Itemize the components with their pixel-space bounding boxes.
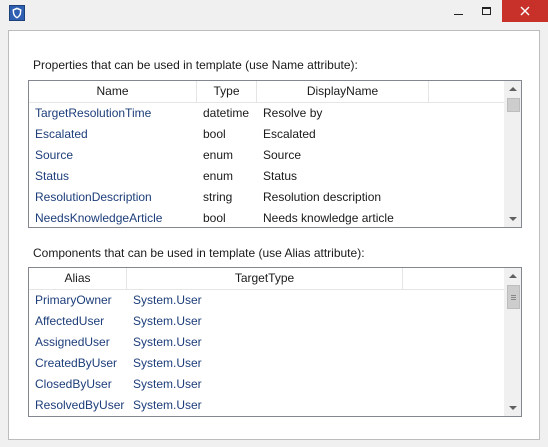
list-item[interactable]: PrimaryOwner System.User (29, 290, 403, 311)
property-name: Escalated (35, 127, 88, 141)
components-scrollbar[interactable] (504, 268, 521, 416)
component-alias: CreatedByUser (35, 356, 118, 370)
list-item[interactable]: Escalated bool Escalated (29, 124, 429, 145)
property-name: Status (35, 169, 70, 183)
minimize-icon (453, 13, 463, 15)
components-label: Components that can be used in template … (33, 246, 365, 260)
column-header-type[interactable]: Type (197, 81, 257, 102)
column-header-displayname[interactable]: DisplayName (257, 81, 429, 102)
maximize-icon (481, 7, 491, 15)
scroll-thumb[interactable] (507, 285, 520, 309)
list-item[interactable]: Status enum Status (29, 166, 429, 187)
component-targettype: System.User (133, 398, 202, 412)
property-displayname: Needs knowledge article (263, 211, 394, 225)
property-displayname: Escalated (263, 127, 316, 141)
component-targettype: System.User (133, 293, 202, 307)
scroll-up-arrow-icon[interactable] (509, 274, 517, 278)
property-displayname: Resolution description (263, 190, 382, 204)
title-bar (0, 0, 548, 26)
properties-label: Properties that can be used in template … (33, 58, 358, 72)
property-displayname: Source (263, 148, 302, 162)
list-item[interactable]: CreatedByUser System.User (29, 353, 403, 374)
list-item[interactable]: Source enum Source (29, 145, 429, 166)
app-shield-icon[interactable] (9, 5, 25, 21)
scroll-down-arrow-icon[interactable] (509, 406, 517, 410)
property-type: bool (203, 211, 226, 225)
list-item[interactable]: NeedsKnowledgeArticle bool Needs knowled… (29, 208, 429, 227)
list-item[interactable]: TargetResolutionTime datetime Resolve by (29, 103, 429, 124)
property-name: ResolutionDescription (35, 190, 152, 204)
dialog-content: Properties that can be used in template … (8, 30, 540, 440)
scroll-up-arrow-icon[interactable] (509, 87, 517, 91)
property-displayname: Status (263, 169, 298, 183)
column-header-alias[interactable]: Alias (29, 268, 127, 289)
property-name: NeedsKnowledgeArticle (35, 211, 163, 225)
components-header: Alias TargetType (29, 268, 504, 290)
scroll-thumb[interactable] (507, 98, 520, 112)
property-type: string (203, 190, 233, 204)
property-type: datetime (203, 106, 250, 120)
component-targettype: System.User (133, 356, 202, 370)
property-name: TargetResolutionTime (35, 106, 152, 120)
close-icon (520, 6, 530, 16)
grip-icon (511, 294, 516, 300)
component-alias: ClosedByUser (35, 377, 112, 391)
properties-header: Name Type DisplayName (29, 81, 504, 103)
component-alias: AffectedUser (35, 314, 105, 328)
property-type: enum (203, 148, 234, 162)
column-header-filler (403, 268, 504, 289)
property-displayname: Resolve by (263, 106, 323, 120)
properties-list[interactable]: Name Type DisplayName TargetResolutionTi… (28, 80, 522, 228)
property-name: Source (35, 148, 74, 162)
list-item[interactable]: ResolutionDescription string Resolution … (29, 187, 429, 208)
component-alias: PrimaryOwner (35, 293, 112, 307)
column-header-filler (429, 81, 504, 102)
column-header-name[interactable]: Name (29, 81, 197, 102)
components-list[interactable]: Alias TargetType PrimaryOwner System.Use… (28, 267, 522, 417)
list-item[interactable]: ResolvedByUser System.User (29, 395, 403, 416)
close-button[interactable] (502, 0, 548, 22)
property-type: bool (203, 127, 226, 141)
list-item[interactable]: AffectedUser System.User (29, 311, 403, 332)
list-item[interactable]: ClosedByUser System.User (29, 374, 403, 395)
column-header-targettype[interactable]: TargetType (127, 268, 403, 289)
component-alias: ResolvedByUser (35, 398, 125, 412)
list-item[interactable]: AssignedUser System.User (29, 332, 403, 353)
component-alias: AssignedUser (35, 335, 110, 349)
component-targettype: System.User (133, 377, 202, 391)
property-type: enum (203, 169, 234, 183)
properties-scrollbar[interactable] (504, 81, 521, 227)
scroll-down-arrow-icon[interactable] (509, 217, 517, 221)
component-targettype: System.User (133, 314, 202, 328)
maximize-button[interactable] (472, 0, 500, 22)
component-targettype: System.User (133, 335, 202, 349)
minimize-button[interactable] (444, 0, 472, 22)
